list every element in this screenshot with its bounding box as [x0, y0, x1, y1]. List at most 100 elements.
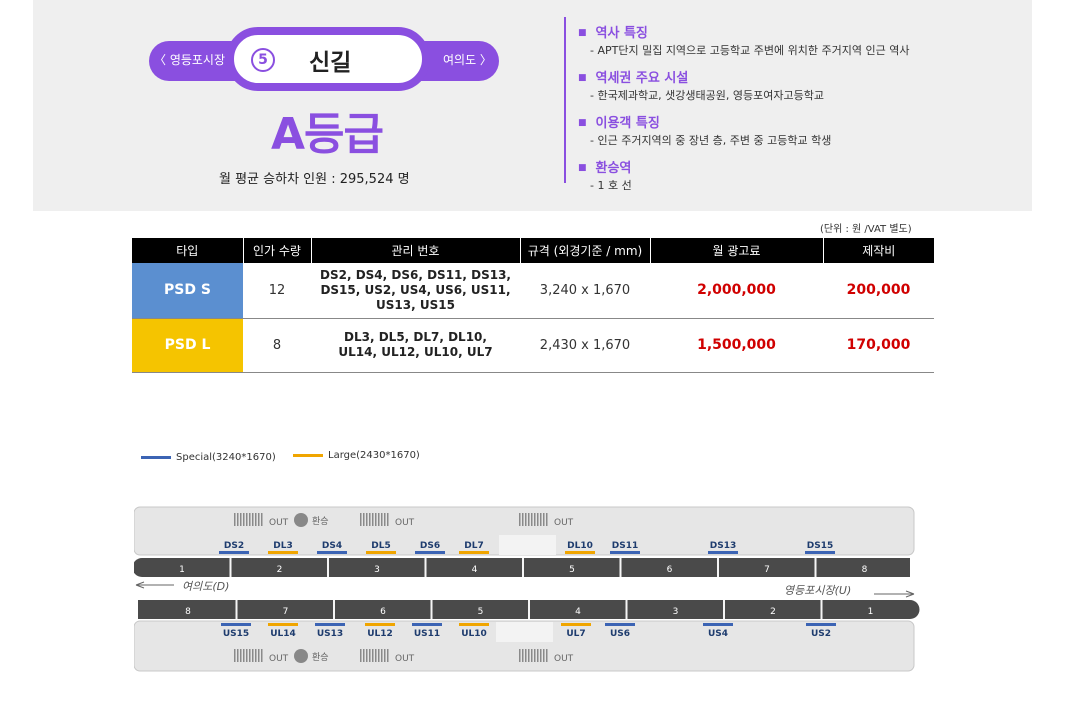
monthly-riders: 월 평균 승하차 인원 : 295,524 명 [219, 172, 410, 187]
car-gap [327, 558, 329, 577]
legend-special: Special(3240*1670) [141, 452, 276, 463]
stair-icon [261, 513, 263, 526]
exit-label: OUT [269, 654, 289, 664]
station-grade: A등급 [271, 109, 384, 160]
ad-marker-top [317, 551, 347, 554]
stair-icon [540, 513, 542, 526]
ad-label-bottom: UL7 [566, 629, 585, 639]
stair-icon [237, 649, 239, 662]
transfer-label: 환승 [312, 515, 329, 527]
car-number: 4 [575, 607, 581, 617]
ad-marker-top [708, 551, 738, 554]
stair-icon [360, 513, 362, 526]
stair-icon [540, 649, 542, 662]
station-name: 신길 [309, 50, 352, 76]
stair-icon [543, 649, 545, 662]
stair-icon [258, 513, 260, 526]
stair-icon [234, 649, 236, 662]
size-cell: 3,240 x 1,670 [520, 263, 650, 319]
stair-icon [381, 513, 383, 526]
next-station-link[interactable]: 여의도 〉 [443, 51, 492, 68]
stair-icon [375, 649, 377, 662]
stair-icon [378, 649, 380, 662]
car-number: 7 [283, 607, 289, 617]
ad-label-top: DL10 [567, 541, 593, 551]
car-gap [717, 558, 719, 577]
info-item: ■ 이용객 특징 - 인근 주거지역의 중 장년 층, 주변 중 고등학교 학생 [578, 112, 1038, 148]
ad-marker-bottom [268, 623, 298, 626]
stair-icon [534, 513, 536, 526]
info-title: 역세권 주요 시설 [595, 71, 689, 86]
ad-label-bottom: US2 [811, 629, 831, 639]
qty-cell: 12 [243, 263, 311, 319]
car-number: 5 [569, 565, 575, 575]
stair-icon [537, 649, 539, 662]
info-title: 환승역 [595, 161, 632, 176]
stair-icon [528, 649, 530, 662]
stair-icon [531, 649, 533, 662]
ad-marker-top [805, 551, 835, 554]
car-gap [625, 600, 628, 619]
car-number: 8 [862, 565, 868, 575]
col-qty: 인가 수량 [243, 238, 312, 263]
car-number: 2 [277, 565, 283, 575]
ad-label-top: DL3 [273, 541, 292, 551]
stair-icon [384, 513, 386, 526]
ad-label-top: DS11 [612, 541, 638, 551]
ad-marker-bottom [221, 623, 251, 626]
car-number: 8 [185, 607, 191, 617]
car-number: 6 [667, 565, 673, 575]
ad-marker-bottom [703, 623, 733, 626]
table-header-row: 타입 인가 수량 관리 번호 규격 (외경기준 / mm) 월 광고료 제작비 [132, 238, 934, 263]
ad-marker-bottom [605, 623, 635, 626]
info-desc: - 한국제과학교, 샛강생태공원, 영등포여자고등학교 [590, 89, 824, 102]
stair-icon [237, 513, 239, 526]
stair-icon [372, 513, 374, 526]
bullet-icon: ■ [578, 118, 587, 128]
pillar-upper [499, 535, 556, 555]
car-gap [528, 600, 530, 619]
car-number: 2 [770, 607, 776, 617]
pillar-lower [496, 622, 553, 642]
col-size: 규격 (외경기준 / mm) [520, 238, 651, 263]
stair-icon [255, 513, 257, 526]
station-info: ■ 역사 특징 - APT단지 밀집 지역으로 고등학교 주변에 위치한 주거지역… [578, 22, 1038, 202]
stair-icon [537, 513, 539, 526]
stair-icon [261, 649, 263, 662]
car-gap [424, 558, 427, 577]
ad-marker-bottom [365, 623, 395, 626]
legend-swatch [141, 455, 171, 459]
info-item: ■ 환승역 - 1 호 선 [578, 157, 1038, 193]
stair-icon [525, 513, 527, 526]
table-row: PSD L 8 DL3, DL5, DL7, DL10, UL14, UL12,… [132, 318, 934, 373]
ad-label-bottom: US4 [708, 629, 728, 639]
info-title: 이용객 특징 [595, 116, 660, 131]
ad-marker-top [565, 551, 595, 554]
car-gap [229, 558, 232, 577]
stair-icon [528, 513, 530, 526]
car-gap [619, 558, 622, 577]
ad-marker-bottom [806, 623, 836, 626]
col-type: 타입 [132, 238, 244, 263]
car-number: 3 [374, 565, 380, 575]
prev-station-link[interactable]: 〈 영등포시장 [154, 51, 225, 68]
ad-label-top: DS4 [322, 541, 342, 551]
transfer-icon [294, 649, 308, 663]
car-gap [235, 600, 238, 619]
ad-label-bottom: UL14 [270, 629, 296, 639]
ad-label-top: DS13 [710, 541, 736, 551]
stair-icon [363, 513, 365, 526]
ad-label-top: DS15 [807, 541, 833, 551]
ad-label-bottom: UL12 [367, 629, 393, 639]
production-price-cell: 200,000 [823, 263, 934, 319]
stair-icon [240, 649, 242, 662]
stair-icon [249, 649, 251, 662]
direction-left: 여의도(D) [182, 580, 229, 593]
stair-icon [384, 649, 386, 662]
stair-icon [369, 649, 371, 662]
arrow-right-icon [874, 590, 915, 598]
ad-label-top: DL7 [464, 541, 483, 551]
car-number: 7 [764, 565, 770, 575]
stair-icon [369, 513, 371, 526]
bullet-icon: ■ [578, 28, 587, 38]
